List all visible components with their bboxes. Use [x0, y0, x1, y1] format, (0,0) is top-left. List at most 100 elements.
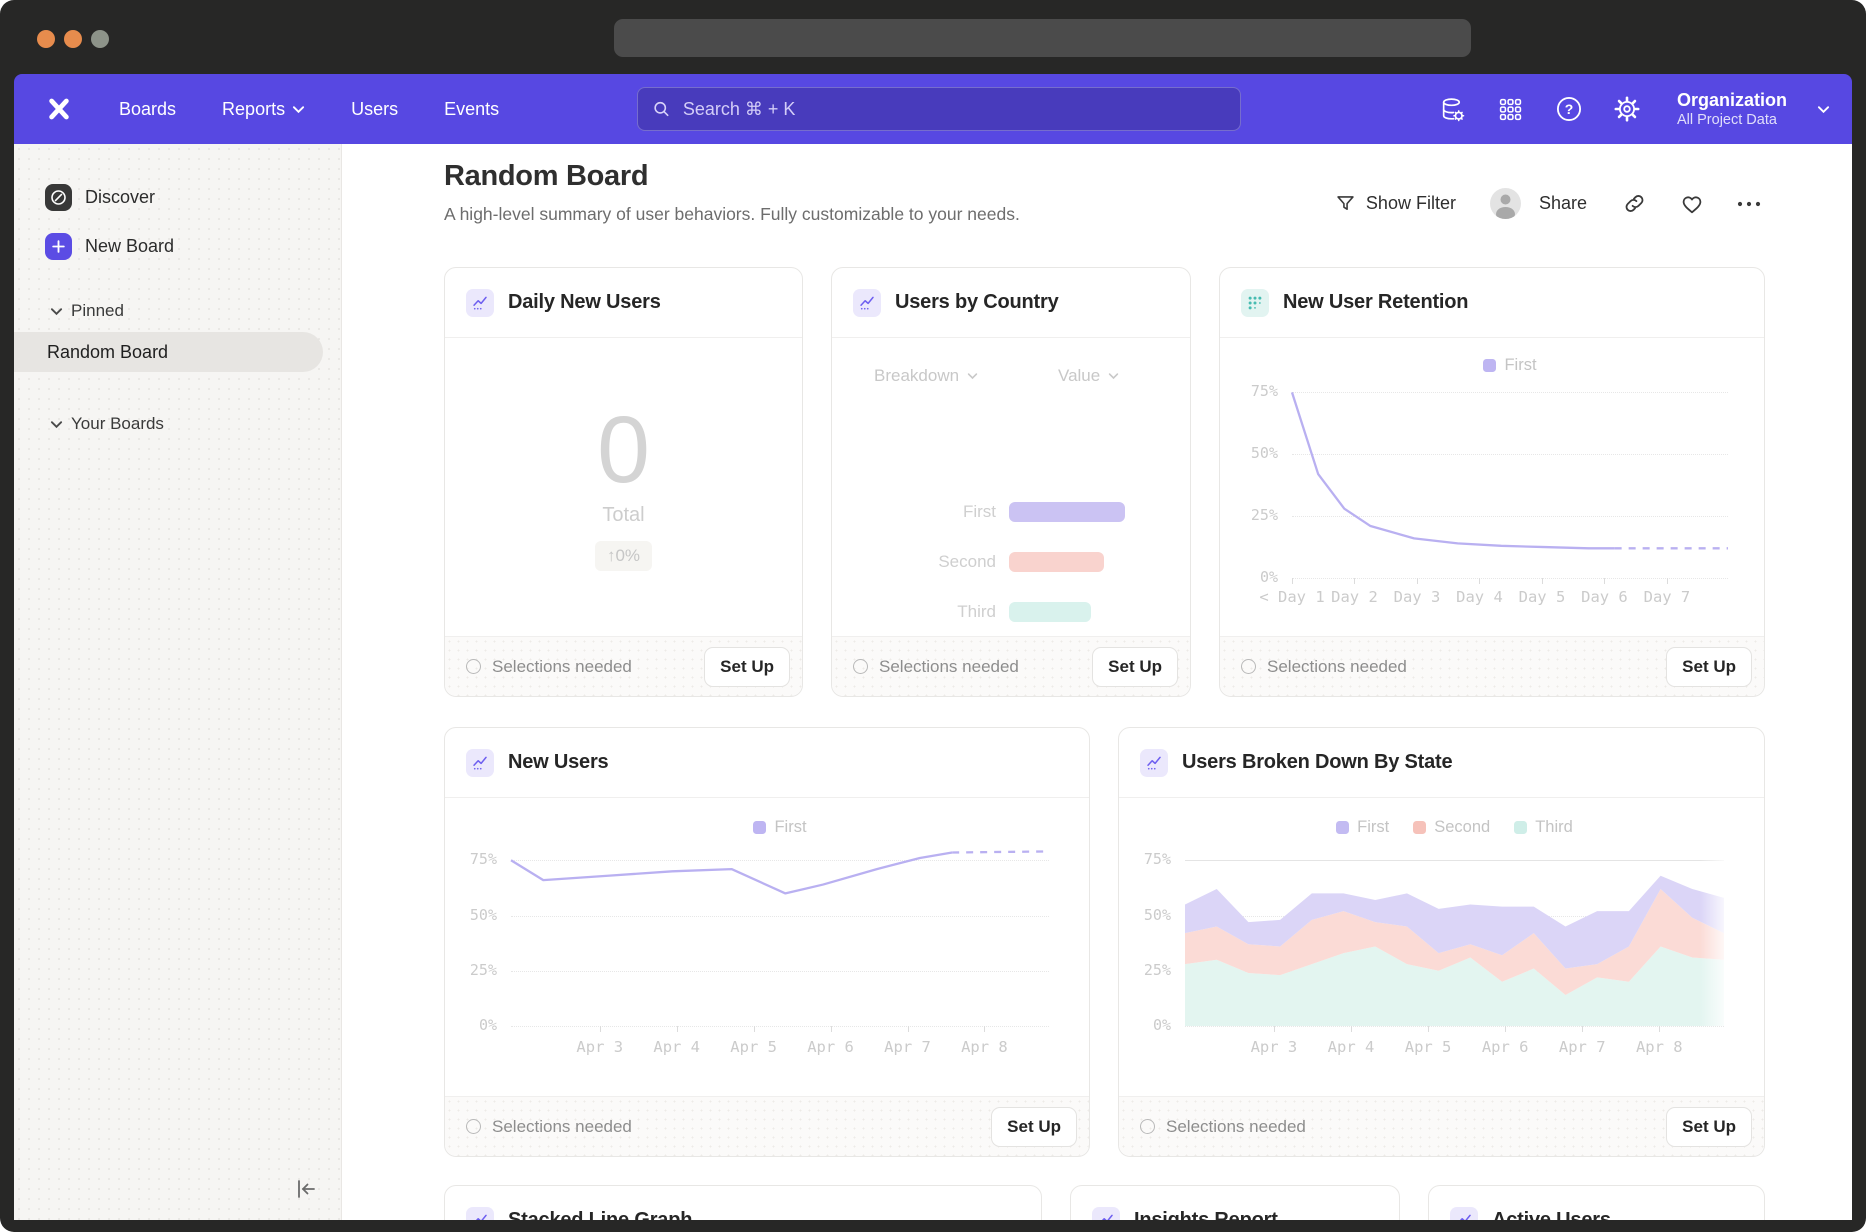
share-button[interactable]: Share — [1539, 193, 1587, 214]
new-users-line-chart: First75%50%25%0%Apr 3Apr 4Apr 5Apr 6Apr … — [445, 798, 1089, 1096]
x-axis-label: Day 7 — [1602, 588, 1732, 606]
settings-gear-icon[interactable] — [1613, 95, 1641, 123]
global-search[interactable] — [637, 87, 1241, 131]
avatar[interactable] — [1490, 188, 1521, 219]
x-axis-tick — [1292, 578, 1293, 584]
y-axis-label: 50% — [1220, 444, 1278, 462]
window-zoom-button[interactable] — [91, 30, 109, 48]
set-up-button[interactable]: Set Up — [991, 1107, 1077, 1147]
line-chart-icon — [853, 289, 881, 317]
status-circle-icon — [1241, 659, 1256, 674]
card-daily-new-users: Daily New Users 0 Total ↑0% Selections n… — [444, 267, 803, 697]
set-up-button[interactable]: Set Up — [1666, 647, 1752, 687]
nav-item-users[interactable]: Users — [351, 99, 398, 120]
board-controls: Show Filter Share — [1335, 188, 1762, 219]
page-subtitle: A high-level summary of user behaviors. … — [444, 204, 1020, 225]
line-chart-icon — [1140, 749, 1168, 777]
x-axis-tick — [908, 1026, 909, 1032]
line-chart-icon — [1450, 1207, 1478, 1221]
x-axis-label: Apr 8 — [1594, 1038, 1724, 1056]
more-options-icon[interactable] — [1736, 200, 1762, 208]
card-body: First75%50%25%0%< Day 1Day 2Day 3Day 4Da… — [1220, 338, 1764, 636]
set-up-button[interactable]: Set Up — [1666, 1107, 1752, 1147]
organization-project: All Project Data — [1677, 111, 1787, 129]
card-body: First75%50%25%0%Apr 3Apr 4Apr 5Apr 6Apr … — [445, 798, 1089, 1096]
chevron-down-icon — [292, 105, 305, 114]
card-footer: Selections needed Set Up — [445, 636, 802, 696]
nav-item-boards[interactable]: Boards — [119, 99, 176, 120]
favorite-heart-icon[interactable] — [1680, 193, 1704, 215]
sidebar-section-your-boards[interactable]: Your Boards — [50, 410, 341, 438]
card-users-by-country: Users by Country Breakdown Value FirstSe… — [831, 267, 1191, 697]
status-text: Selections needed — [492, 1117, 632, 1137]
x-axis-tick — [1667, 578, 1668, 584]
plus-icon — [45, 233, 72, 260]
browser-address-bar[interactable] — [614, 19, 1471, 57]
nav-item-events[interactable]: Events — [444, 99, 499, 120]
card-header: New User Retention — [1220, 268, 1764, 338]
sidebar-item-random-board[interactable]: Random Board — [14, 332, 323, 372]
line-chart-icon — [466, 289, 494, 317]
sidebar-section-pinned[interactable]: Pinned — [50, 297, 341, 325]
nav-item-reports[interactable]: Reports — [222, 99, 305, 120]
breakdown-label: Third — [832, 602, 996, 622]
organization-switcher[interactable]: Organization All Project Data — [1677, 89, 1787, 130]
x-axis-tick — [754, 1026, 755, 1032]
metric-label: Total — [602, 504, 644, 527]
apps-grid-icon[interactable] — [1497, 95, 1525, 123]
window-close-button[interactable] — [37, 30, 55, 48]
sidebar-item-label: New Board — [85, 236, 174, 257]
sidebar-item-discover[interactable]: Discover — [45, 177, 341, 217]
gridline — [1292, 578, 1728, 579]
sidebar-section-label: Your Boards — [71, 414, 164, 434]
board-main-area: Random Board A high-level summary of use… — [342, 144, 1852, 1220]
search-icon — [652, 99, 671, 119]
legend-item: First — [1483, 356, 1536, 375]
legend-swatch — [1483, 359, 1496, 372]
card-title: Stacked Line Graph — [508, 1209, 692, 1220]
breakdown-bar — [1009, 552, 1104, 572]
legend-label: First — [1504, 356, 1536, 375]
show-filter-button[interactable]: Show Filter — [1366, 193, 1456, 214]
status-text: Selections needed — [1166, 1117, 1306, 1137]
card-header: Active Users — [1429, 1186, 1764, 1220]
status-circle-icon — [1140, 1119, 1155, 1134]
x-axis-tick — [1582, 1026, 1583, 1032]
data-management-icon[interactable] — [1439, 95, 1467, 123]
card-title: New User Retention — [1283, 291, 1468, 314]
metric-value: 0 — [597, 403, 650, 498]
card-stacked-line-graph: Stacked Line Graph — [444, 1185, 1042, 1220]
compass-icon — [45, 184, 72, 211]
mixpanel-logo-icon[interactable] — [45, 95, 73, 123]
card-title: Active Users — [1492, 1209, 1611, 1220]
gridline — [511, 1026, 1049, 1027]
sidebar: Discover New Board Pinned Random Board Y… — [14, 144, 342, 1220]
x-axis-tick — [677, 1026, 678, 1032]
set-up-button[interactable]: Set Up — [704, 647, 790, 687]
y-axis-label: 25% — [445, 961, 497, 979]
screenshot-root: Boards Reports Users Events — [0, 0, 1866, 1232]
set-up-button[interactable]: Set Up — [1092, 647, 1178, 687]
retention-grid-icon — [1241, 289, 1269, 317]
status-circle-icon — [466, 1119, 481, 1134]
x-axis-tick — [1351, 1026, 1352, 1032]
nav-item-label: Users — [351, 99, 398, 120]
status-text: Selections needed — [879, 657, 1019, 677]
filter-funnel-icon[interactable] — [1335, 193, 1356, 214]
sidebar-item-new-board[interactable]: New Board — [45, 226, 341, 266]
card-title: New Users — [508, 751, 608, 774]
retention-line-chart: First75%50%25%0%< Day 1Day 2Day 3Day 4Da… — [1220, 338, 1764, 636]
breakdown-row: Third — [832, 587, 1190, 637]
window-minimize-button[interactable] — [64, 30, 82, 48]
breakdown-label: First — [832, 502, 996, 522]
sidebar-collapse-button[interactable] — [293, 1176, 319, 1202]
copy-link-icon[interactable] — [1623, 192, 1646, 215]
y-axis-label: 75% — [1220, 382, 1278, 400]
country-bar-chart: FirstSecondThird — [832, 338, 1190, 636]
card-active-users: Active Users — [1428, 1185, 1765, 1220]
help-icon[interactable]: ? — [1555, 95, 1583, 123]
x-axis-tick — [1505, 1026, 1506, 1032]
x-axis-tick — [831, 1026, 832, 1032]
card-header: Daily New Users — [445, 268, 802, 338]
search-input[interactable] — [681, 98, 1226, 121]
